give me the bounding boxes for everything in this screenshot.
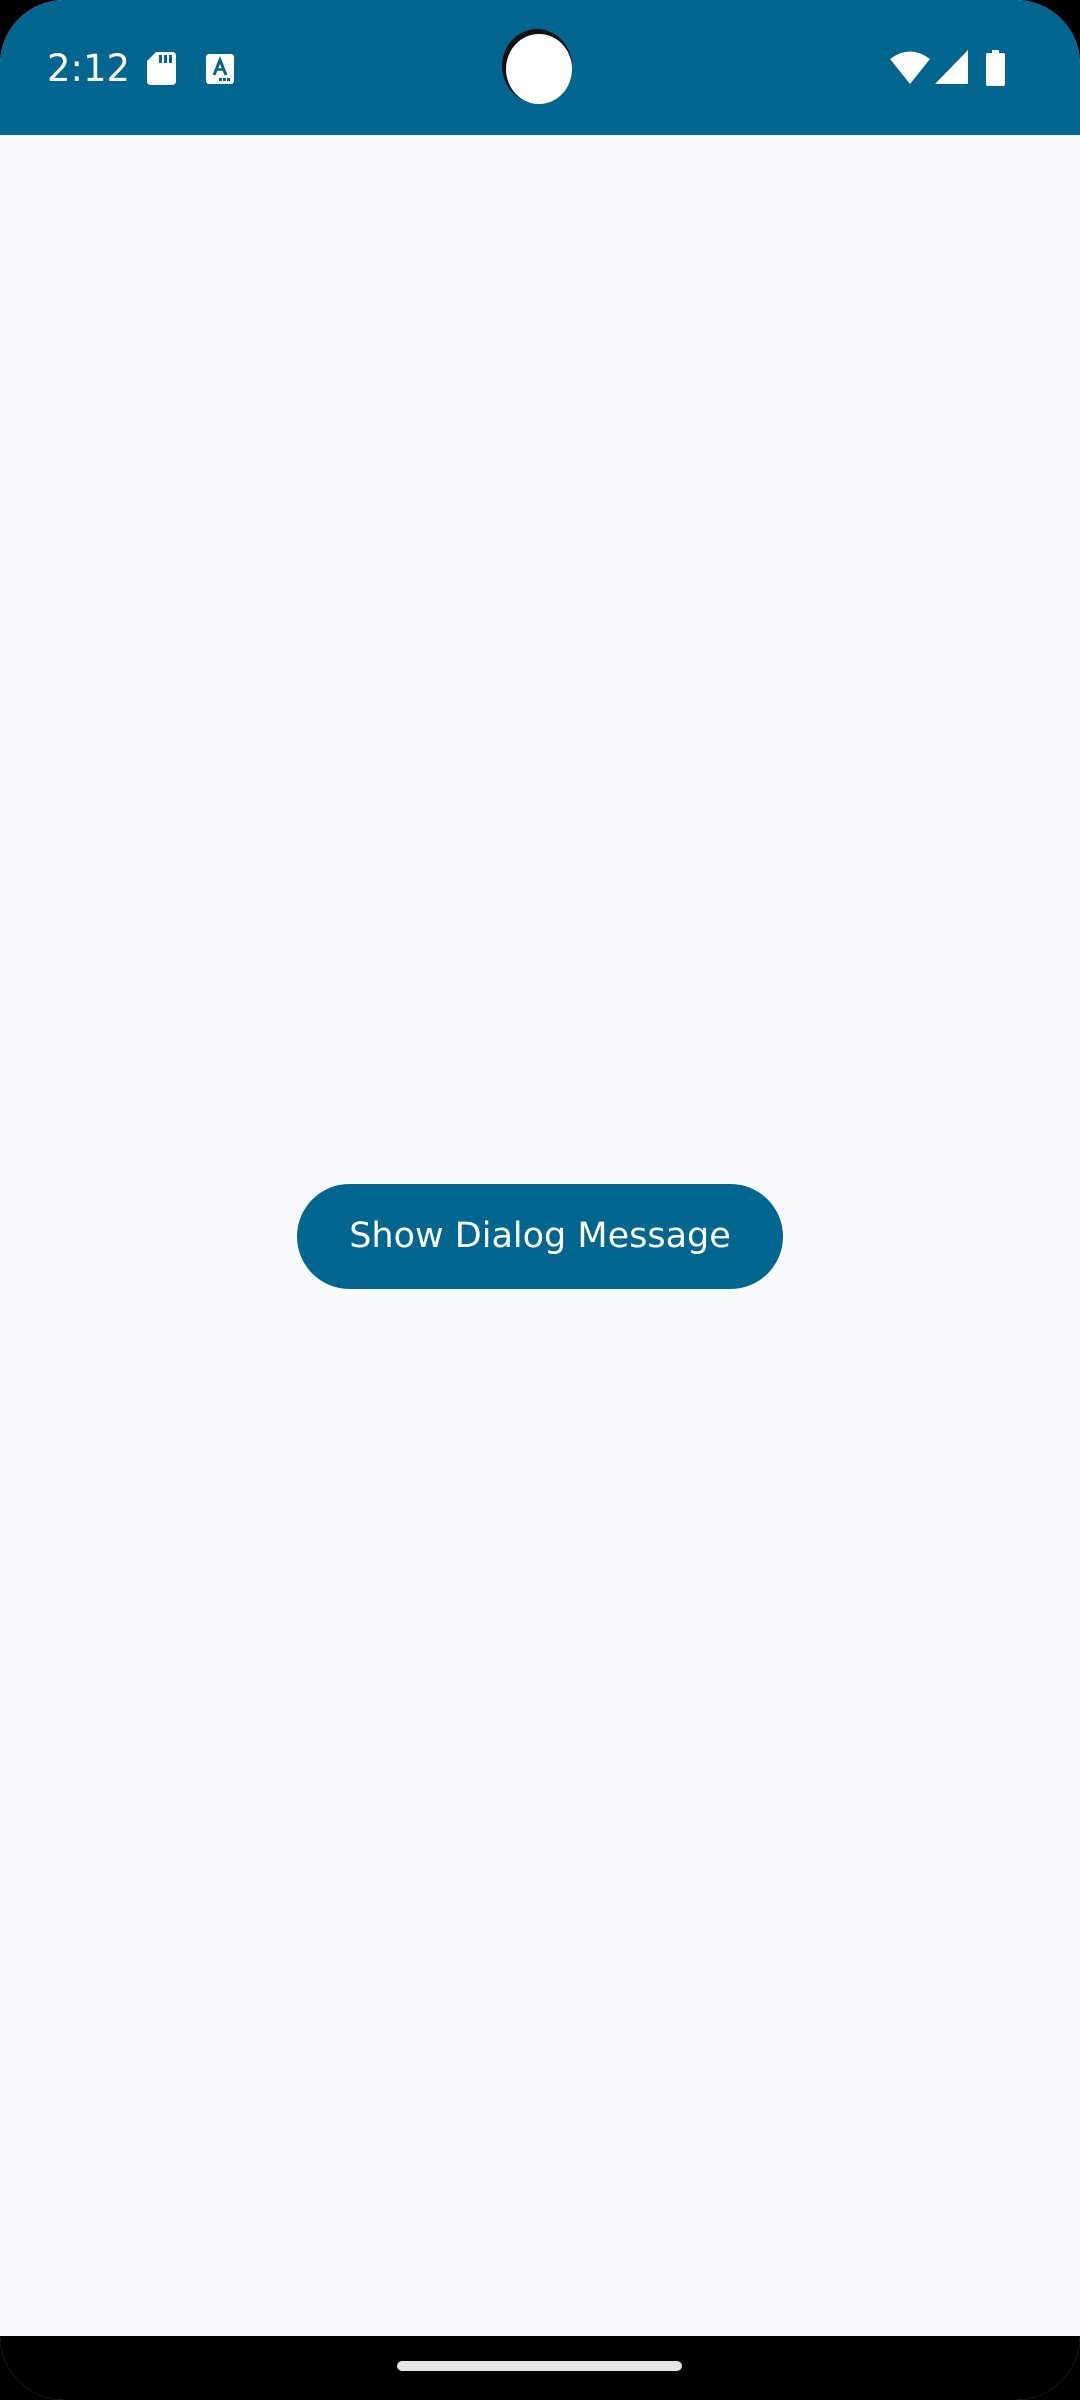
sd-card-icon — [147, 52, 176, 85]
text-format-icon — [206, 54, 234, 84]
phone-screen: 2:12 Show Dialog Message — [0, 0, 1080, 2400]
show-dialog-message-button[interactable]: Show Dialog Message — [297, 1184, 783, 1289]
battery-icon — [986, 50, 1005, 86]
front-camera-cutout — [506, 34, 572, 104]
home-gesture-handle[interactable] — [397, 2361, 682, 2371]
wifi-icon — [890, 51, 930, 84]
cellular-signal-icon — [935, 50, 968, 84]
status-bar: 2:12 — [0, 0, 1080, 135]
status-time: 2:12 — [47, 47, 131, 90]
